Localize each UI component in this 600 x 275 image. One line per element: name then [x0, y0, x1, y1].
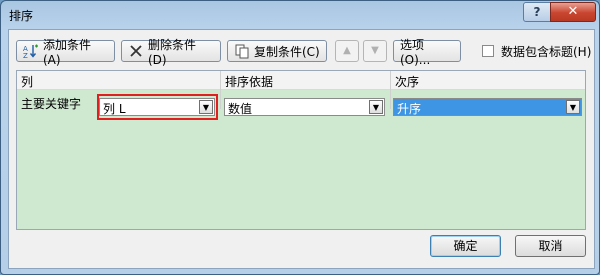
dialog-body: AZ 添加条件(A) 删除条件(D) 复制条件(C) ▲ ▼ 选项(O)... …	[8, 29, 595, 269]
sort-on-select[interactable]: 数值 ▼	[224, 98, 385, 116]
chevron-down-icon[interactable]: ▼	[369, 100, 383, 114]
primary-key-label: 主要关键字	[21, 97, 82, 111]
ok-button[interactable]: 确定	[430, 235, 501, 257]
add-condition-button[interactable]: AZ 添加条件(A)	[16, 38, 115, 67]
grid-header: 列 排序依据 次序	[17, 71, 585, 90]
order-select-value: 升序	[397, 102, 422, 116]
dialog-title: 排序	[9, 9, 34, 23]
help-icon: ?	[533, 5, 541, 19]
order-select[interactable]: 升序 ▼	[393, 98, 582, 116]
column-divider	[390, 71, 391, 109]
highlight-box	[97, 94, 218, 120]
ok-label: 确定	[453, 239, 478, 253]
add-condition-icon: AZ	[23, 43, 39, 60]
title-bar: 排序 ? ✕	[1, 1, 599, 31]
copy-condition-button[interactable]: 复制条件(C)	[227, 40, 327, 62]
column-header-order: 次序	[395, 75, 420, 89]
header-checkbox[interactable]	[482, 45, 494, 57]
options-button[interactable]: 选项(O)...	[393, 38, 461, 67]
header-checkbox-label: 数据包含标题(H)	[501, 45, 592, 59]
delete-icon	[128, 43, 144, 59]
column-header-sort-on: 排序依据	[225, 75, 274, 89]
arrow-down-icon: ▼	[371, 45, 379, 56]
move-down-button[interactable]: ▼	[363, 40, 387, 62]
add-condition-label: 添加条件(A)	[43, 37, 92, 67]
svg-text:Z: Z	[23, 52, 28, 59]
sort-dialog: 排序 ? ✕ AZ 添加条件(A) 删除条件(D) 复制条件(C) ▲ ▼ 选项…	[0, 0, 600, 275]
delete-condition-button[interactable]: 删除条件(D)	[121, 38, 221, 67]
close-icon: ✕	[567, 4, 579, 19]
sort-conditions-grid: 列 排序依据 次序 主要关键字 列 L ▼ 数值 ▼ 升序 ▼	[16, 70, 586, 230]
cancel-label: 取消	[538, 239, 563, 253]
cancel-button[interactable]: 取消	[515, 235, 586, 257]
copy-icon	[234, 43, 250, 59]
copy-condition-label: 复制条件(C)	[254, 44, 320, 59]
options-label: 选项(O)...	[400, 37, 431, 67]
column-header-column: 列	[21, 75, 34, 89]
chevron-down-icon[interactable]: ▼	[566, 100, 580, 114]
column-divider	[220, 71, 221, 109]
help-button[interactable]: ?	[523, 2, 551, 22]
move-up-button[interactable]: ▲	[335, 40, 359, 62]
sort-on-select-value: 数值	[228, 102, 253, 116]
delete-condition-label: 删除条件(D)	[148, 37, 197, 67]
arrow-up-icon: ▲	[343, 45, 351, 56]
close-button[interactable]: ✕	[550, 2, 596, 22]
